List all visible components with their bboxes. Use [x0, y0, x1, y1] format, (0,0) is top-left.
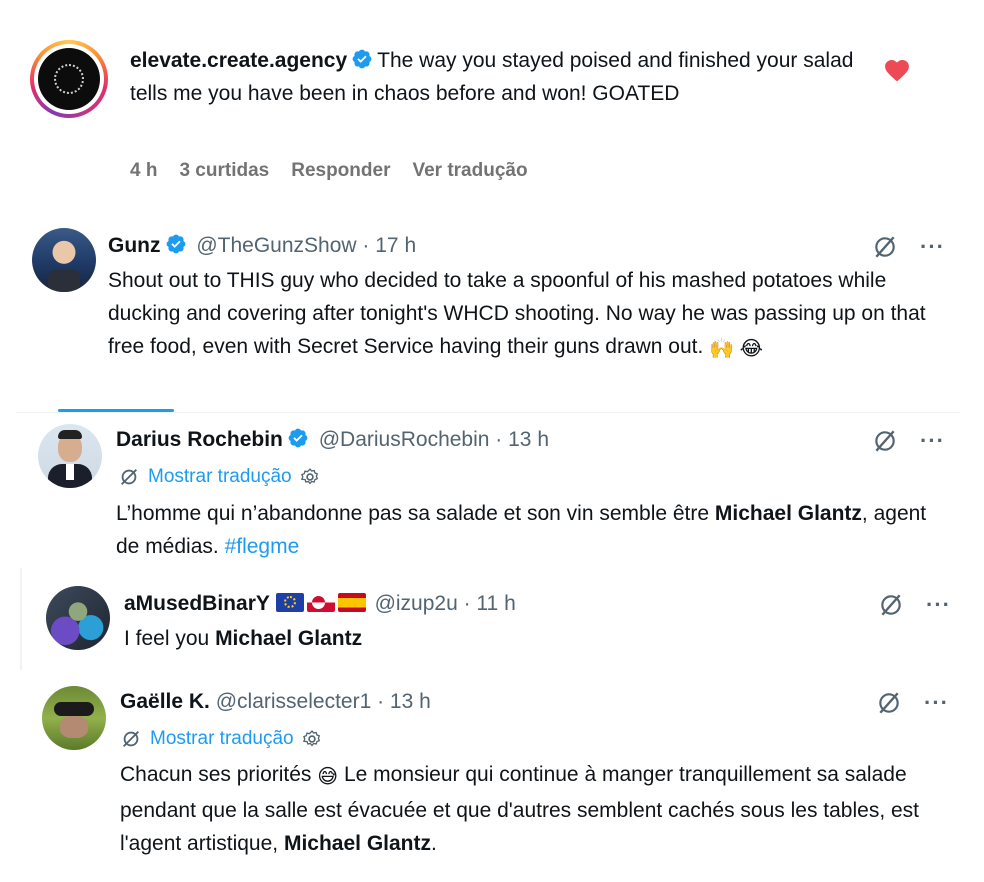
tweet-actions: ··· [872, 428, 945, 454]
comment-body: elevate.create.agency The way you stayed … [130, 44, 870, 110]
author-handle[interactable]: @clarisselecter1 [216, 690, 372, 713]
tweet-header: Gunz @TheGunzShow · 17 h [108, 232, 416, 260]
translate-icon [121, 469, 137, 485]
author-name[interactable]: Gaëlle K. [120, 690, 210, 713]
avatar-ring-gap [34, 44, 104, 114]
tweet-text: Chacun ses priorités 😅 Le monsieur qui c… [120, 758, 950, 860]
translate-icon [123, 731, 139, 747]
tweet-text-bold: Michael Glantz [283, 832, 431, 855]
heart-icon[interactable] [884, 58, 910, 82]
comment-likes[interactable]: 3 curtidas [179, 160, 269, 182]
comment-username[interactable]: elevate.create.agency [130, 49, 347, 72]
tweet-text-part: I feel you [124, 627, 216, 650]
comment-meta: 4 h 3 curtidas Responder Ver tradução [130, 160, 528, 182]
avatar[interactable] [46, 586, 110, 650]
tweet-header: Gaëlle K. @clarisselecter1 · 13 h [120, 688, 431, 716]
settings-icon[interactable] [300, 467, 320, 487]
more-icon[interactable]: ··· [920, 236, 945, 258]
tweet-text: L’homme qui n’abandonne pas sa salade et… [116, 497, 936, 563]
tweet-text: Shout out to THIS guy who decided to tak… [108, 264, 938, 366]
verified-badge-icon [288, 428, 308, 448]
divider [16, 412, 960, 413]
tweet-time[interactable]: · 13 h [377, 690, 431, 713]
more-icon[interactable]: ··· [920, 430, 945, 452]
tweet-emoji: 😅 [317, 766, 339, 788]
tweet-text-part: . [430, 832, 437, 855]
author-handle[interactable]: @izup2u [375, 592, 458, 615]
grok-icon[interactable] [878, 592, 904, 618]
reply-button[interactable]: Responder [291, 160, 390, 182]
tweet-actions: ··· [876, 690, 949, 716]
more-icon[interactable]: ··· [926, 594, 951, 616]
verified-badge-icon [166, 234, 185, 254]
tweet-header: Darius Rochebin @DariusRochebin · 13 h [116, 426, 549, 454]
avatar-logo [54, 64, 84, 94]
show-translation-label[interactable]: Mostrar tradução [148, 466, 292, 488]
tweet-actions: ··· [878, 592, 951, 618]
hashtag-link[interactable]: #flegme [225, 535, 300, 558]
author-name[interactable]: Darius Rochebin [116, 428, 283, 451]
avatar-story-ring[interactable] [30, 40, 108, 118]
show-translation[interactable]: Mostrar tradução [118, 466, 320, 488]
author-name[interactable]: aMusedBinarY [124, 592, 270, 615]
tweet-text-part: Chacun ses priorités [120, 763, 318, 786]
tweet-text-bold: Michael Glantz [714, 502, 862, 525]
grok-icon[interactable] [876, 690, 902, 716]
thread-line [20, 568, 22, 670]
avatar [38, 48, 100, 110]
comment-time: 4 h [130, 160, 158, 181]
avatar[interactable] [42, 686, 106, 750]
tweet-actions: ··· [872, 234, 945, 260]
settings-icon[interactable] [302, 729, 322, 749]
translate-button[interactable]: Ver tradução [412, 160, 527, 182]
grok-icon[interactable] [872, 428, 898, 454]
tweet-text-part: L’homme qui n’abandonne pas sa salade et… [116, 502, 715, 525]
greenland-flag-icon [306, 593, 335, 612]
author-name[interactable]: Gunz [108, 234, 161, 257]
show-translation[interactable]: Mostrar tradução [120, 728, 322, 750]
eu-flag-icon [275, 593, 304, 612]
tweet-text-content: Shout out to THIS guy who decided to tak… [108, 269, 926, 358]
avatar[interactable] [32, 228, 96, 292]
tweet-text-bold: Michael Glantz [215, 627, 363, 650]
spain-flag-icon [337, 593, 366, 612]
tweet-time[interactable]: · 17 h [362, 234, 416, 257]
tweet-time[interactable]: · 11 h [464, 592, 516, 615]
show-translation-label[interactable]: Mostrar tradução [150, 728, 294, 750]
tweet-emojis: 🙌 😂 [709, 338, 764, 360]
author-handle[interactable]: @TheGunzShow [196, 234, 356, 257]
verified-badge-icon [352, 49, 372, 69]
avatar[interactable] [38, 424, 102, 488]
more-icon[interactable]: ··· [924, 692, 949, 714]
tweet-time[interactable]: · 13 h [495, 428, 549, 451]
tweet-text: I feel you Michael Glantz [124, 622, 924, 655]
grok-icon[interactable] [872, 234, 898, 260]
author-handle[interactable]: @DariusRochebin [319, 428, 490, 451]
tweet-header: aMusedBinarY @izup2u · 11 h [124, 590, 516, 618]
